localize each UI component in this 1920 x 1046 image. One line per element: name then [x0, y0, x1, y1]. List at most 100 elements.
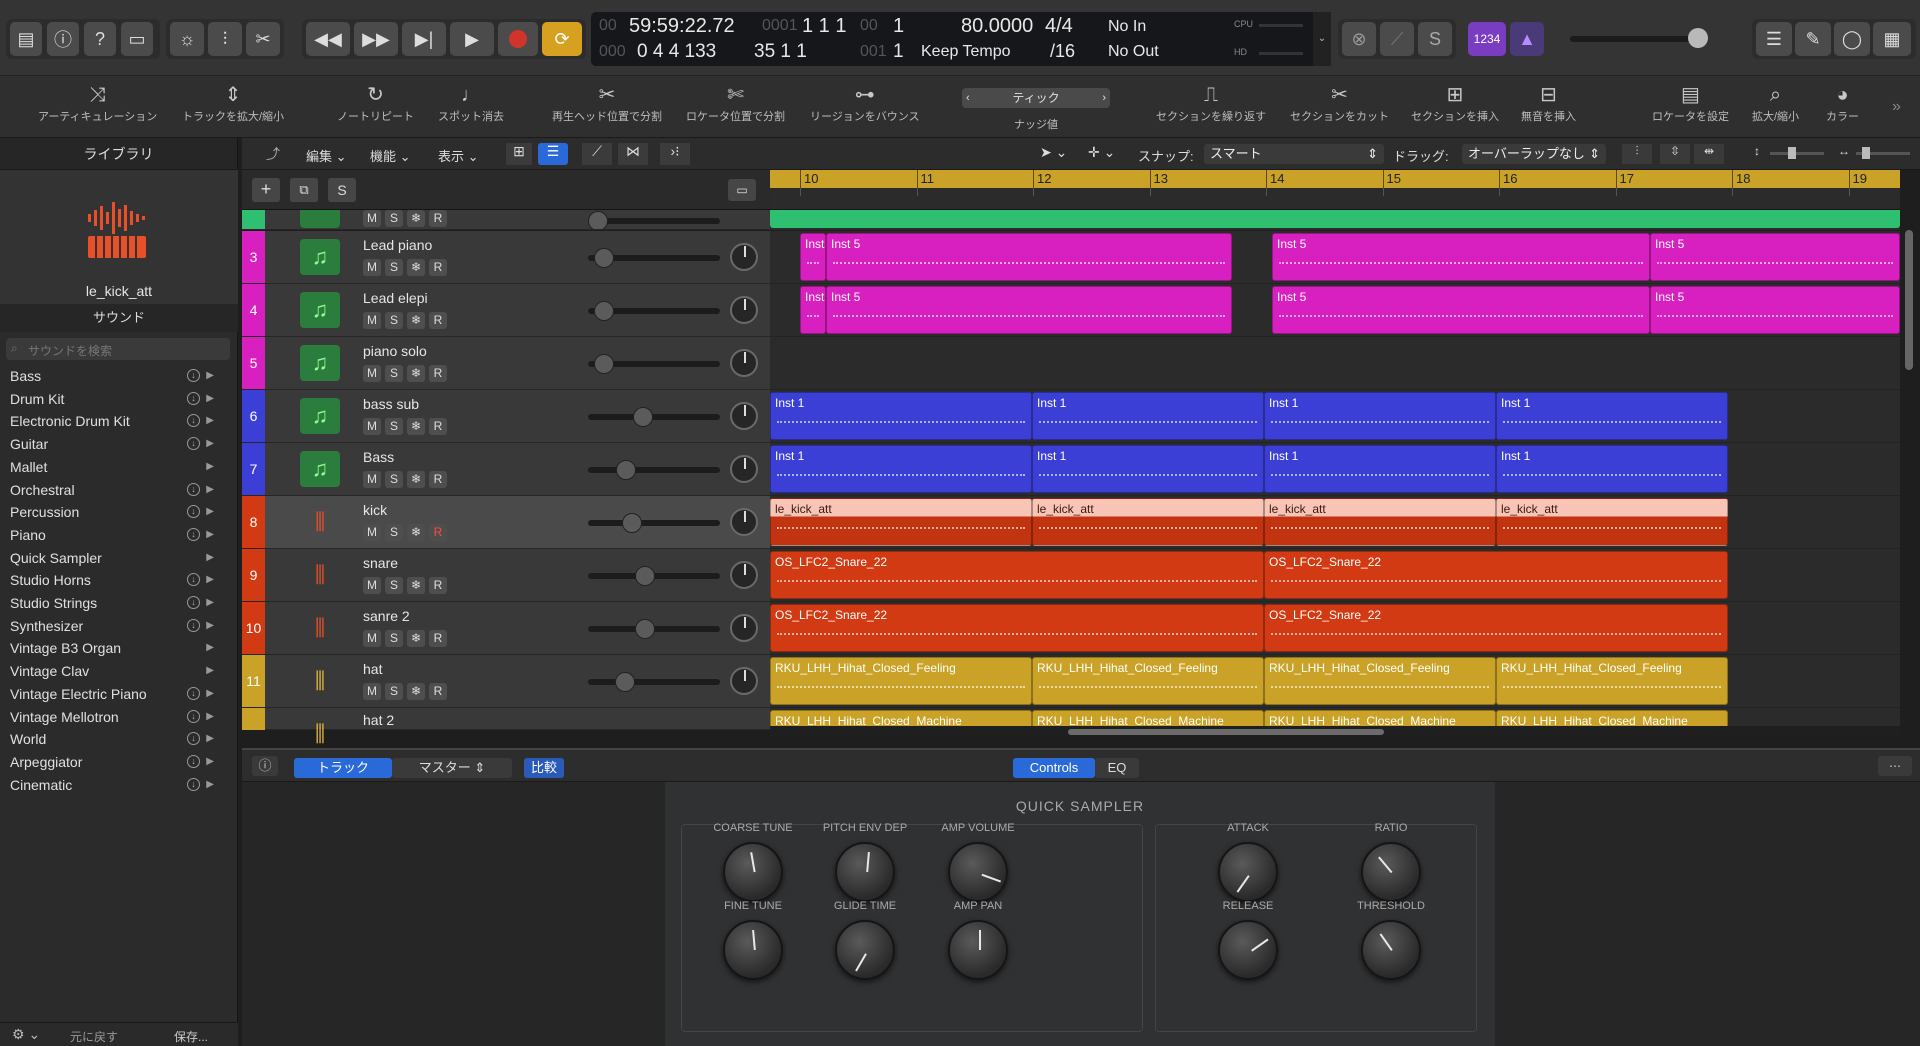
region[interactable]: RKU_LHH_Hihat_Closed_Feeling — [1032, 657, 1264, 705]
track-row[interactable]: 5 ♫ piano solo M S ❄ R — [242, 337, 770, 390]
library-category-item[interactable]: Bass ↓ ▶ — [0, 365, 218, 387]
volume-knob[interactable] — [632, 407, 653, 427]
region[interactable]: le_kick_att — [770, 498, 1032, 546]
region[interactable]: OS_LFC2_Snare_22 — [1264, 551, 1728, 599]
tool-set-locator[interactable]: ▤ ロケータを設定 — [1652, 82, 1729, 124]
download-icon[interactable]: ↓ — [187, 754, 200, 768]
tab-master[interactable]: マスター ⇕ — [392, 758, 512, 778]
download-icon[interactable]: ↓ — [187, 618, 200, 632]
record-enable-button[interactable]: R — [429, 683, 447, 700]
browsers-button[interactable]: ▦ — [1873, 22, 1911, 56]
rewind-button[interactable]: ◀◀ — [306, 22, 350, 56]
region[interactable]: Inst 1 — [770, 445, 1032, 493]
automation-icon[interactable]: ⟋ — [582, 143, 612, 165]
smart-controls-button[interactable]: ☼ — [170, 22, 204, 56]
info-icon[interactable]: ⓘ — [252, 756, 278, 776]
library-category-item[interactable]: Vintage Electric Piano ↓ ▶ — [0, 683, 218, 705]
freeze-button[interactable]: ❄ — [407, 418, 425, 435]
volume-knob[interactable] — [593, 301, 614, 321]
tool-split-playhead[interactable]: ✂ 再生ヘッド位置で分割 — [552, 82, 662, 124]
ruler[interactable]: 10 11 12 13 14 15 16 17 18 19 — [770, 170, 1900, 188]
master-volume-slider[interactable] — [1570, 36, 1706, 42]
parameter-knob[interactable] — [1218, 920, 1278, 980]
region[interactable]: le_kick_att — [1264, 498, 1496, 546]
volume-knob[interactable] — [593, 248, 614, 268]
toolbar-button[interactable]: ▭ — [121, 22, 153, 56]
tempo-value[interactable]: 80.0000 — [961, 15, 1033, 38]
freeze-button[interactable]: ❄ — [407, 577, 425, 594]
download-icon[interactable]: ↓ — [187, 369, 200, 382]
track-name[interactable]: piano solo — [363, 343, 427, 359]
mute-button[interactable]: M — [363, 630, 381, 647]
duplicate-track-icon[interactable]: ⧉ — [290, 178, 318, 202]
region[interactable]: Inst 1 — [1264, 445, 1496, 493]
division[interactable]: /16 — [1050, 41, 1075, 62]
fast-forward-button[interactable]: ▶▶ — [354, 22, 398, 56]
solo-button[interactable]: S — [385, 365, 403, 382]
pencil-tool-icon[interactable]: ✛ ⌄ — [1088, 144, 1115, 161]
track-name[interactable]: Bass — [363, 449, 394, 465]
solo-button[interactable]: S — [385, 683, 403, 700]
track-row[interactable]: 9 ⫼ snare M S ❄ R — [242, 549, 770, 602]
mute-button[interactable]: M — [363, 259, 381, 276]
parameter-knob[interactable] — [948, 842, 1008, 902]
track-row[interactable]: 6 ♫ bass sub M S ❄ R — [242, 390, 770, 443]
tab-controls[interactable]: Controls — [1013, 758, 1095, 778]
pan-knob[interactable] — [730, 508, 758, 536]
download-icon[interactable]: ↓ — [187, 527, 200, 541]
lcd-menu-chevron-icon[interactable]: ⌄ — [1313, 12, 1331, 66]
parameter-knob[interactable] — [723, 920, 783, 980]
track-lane[interactable]: OS_LFC2_Snare_22 OS_LFC2_Snare_22 — [770, 602, 1900, 655]
vertical-zoom-knob[interactable] — [1788, 147, 1796, 159]
track-row[interactable]: 7 ♫ Bass M S ❄ R — [242, 443, 770, 496]
library-category-item[interactable]: Synthesizer ↓ ▶ — [0, 615, 218, 637]
freeze-button[interactable]: ❄ — [407, 524, 425, 541]
count-in-button[interactable]: 1234 — [1468, 22, 1506, 56]
mute-button[interactable]: M — [363, 524, 381, 541]
tab-eq[interactable]: EQ — [1095, 758, 1139, 778]
region[interactable]: RKU_LHH_Hihat_Closed_Feeling — [770, 657, 1032, 705]
solo-button[interactable]: S — [385, 312, 403, 329]
tool-insert-silence[interactable]: ⊟ 無音を挿入 — [1521, 82, 1576, 124]
horizontal-scroll-thumb[interactable] — [1068, 729, 1384, 735]
mute-button[interactable]: M — [363, 210, 381, 227]
pan-knob[interactable] — [730, 296, 758, 324]
download-icon[interactable]: ↓ — [187, 709, 200, 723]
mute-button[interactable]: M — [363, 683, 381, 700]
region[interactable]: OS_LFC2_Snare_22 — [1264, 604, 1728, 652]
back-arrow-icon[interactable]: ⤴ — [266, 144, 280, 164]
solo-button[interactable]: S — [385, 577, 403, 594]
sound-search-input[interactable]: ⌕ サウンドを検索 — [6, 338, 230, 360]
solo-button[interactable]: S — [385, 471, 403, 488]
library-category-item[interactable]: Mallet ▶ — [0, 456, 218, 478]
download-icon[interactable]: ↓ — [187, 686, 200, 700]
freeze-button[interactable]: ❄ — [407, 365, 425, 382]
freeze-button[interactable]: ❄ — [407, 471, 425, 488]
pan-knob[interactable] — [730, 455, 758, 483]
track-name[interactable]: snare — [363, 555, 398, 571]
global-solo-button[interactable]: S — [328, 178, 356, 202]
snap-select[interactable]: スマート ⇕ — [1204, 144, 1384, 164]
flex-icon[interactable]: ⋈ — [618, 143, 648, 165]
volume-slider[interactable] — [588, 566, 720, 586]
library-category-item[interactable]: Cinematic ↓ ▶ — [0, 774, 218, 796]
track-row[interactable]: 10 ⫼ sanre 2 M S ❄ R — [242, 602, 770, 655]
cycle-button[interactable]: ⟳ — [542, 22, 582, 56]
tab-track[interactable]: トラック — [294, 758, 392, 778]
master-volume-knob[interactable] — [1688, 28, 1708, 48]
library-category-item[interactable]: Orchestral ↓ ▶ — [0, 479, 218, 501]
list-view-icon[interactable]: ☰ — [538, 143, 568, 165]
region[interactable]: le_kick_att — [1496, 498, 1728, 546]
function-menu[interactable]: 機能 ⌄ — [370, 146, 411, 165]
tool-color[interactable]: ◕ カラー — [1826, 82, 1859, 124]
revert-button[interactable]: 元に戻す — [70, 1028, 118, 1045]
volume-slider[interactable] — [588, 248, 720, 268]
loop-browser-button[interactable]: ◯ — [1834, 22, 1870, 56]
region[interactable]: Inst 1 — [1496, 392, 1728, 440]
mute-button[interactable]: M — [363, 365, 381, 382]
solo-button[interactable]: S — [385, 259, 403, 276]
mute-button[interactable]: M — [363, 418, 381, 435]
volume-knob[interactable] — [616, 460, 636, 480]
solo-button[interactable]: S — [385, 418, 403, 435]
download-icon[interactable]: ↓ — [187, 437, 200, 451]
